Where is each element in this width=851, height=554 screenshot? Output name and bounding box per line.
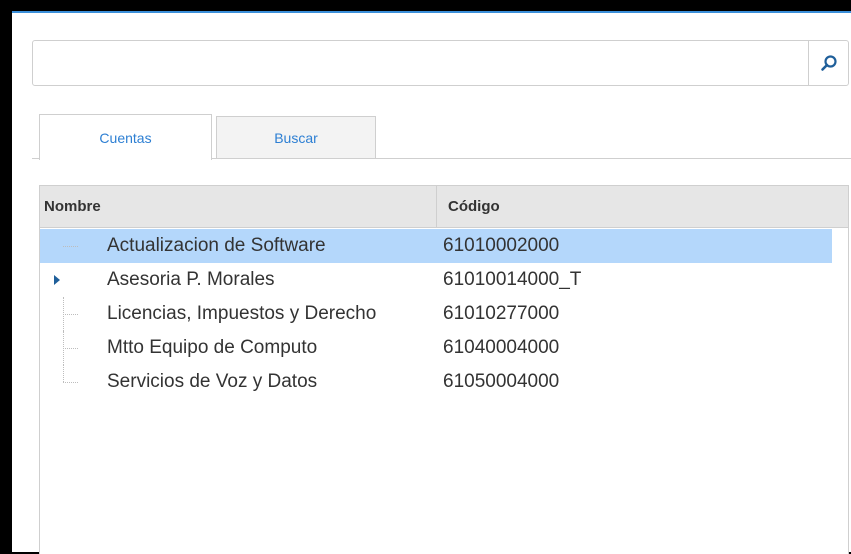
search-icon	[820, 55, 837, 71]
tree-connector	[63, 246, 78, 247]
row-code: 61050004000	[443, 371, 560, 392]
table-row[interactable]: Servicios de Voz y Datos 61050004000	[40, 365, 832, 399]
search-box	[32, 40, 849, 86]
column-header-nombre[interactable]: Nombre	[44, 186, 101, 227]
tab-buscar-label: Buscar	[274, 130, 318, 146]
column-header-codigo[interactable]: Código	[440, 186, 500, 227]
table-row[interactable]: Actualizacion de Software 61010002000	[40, 229, 832, 263]
table-row[interactable]: Licencias, Impuestos y Derecho 610102770…	[40, 297, 832, 331]
row-code: 61010002000	[443, 235, 560, 256]
search-button[interactable]	[808, 41, 848, 85]
column-divider[interactable]	[436, 186, 437, 227]
row-code: 61010014000_T	[443, 269, 582, 290]
tree-connector	[63, 348, 78, 349]
row-code: 61010277000	[443, 303, 560, 324]
account-panel: Cuentas Buscar Nombre Código Actualizaci…	[12, 11, 851, 554]
tab-cuentas-label: Cuentas	[99, 129, 152, 146]
tab-cuentas[interactable]: Cuentas	[39, 114, 212, 160]
table-row[interactable]: Asesoria P. Morales 61010014000_T	[40, 263, 832, 297]
search-input[interactable]	[33, 41, 809, 85]
table-row[interactable]: Mtto Equipo de Computo 61040004000	[40, 331, 832, 365]
accounts-tree-grid: Nombre Código Actualizacion de Software …	[39, 185, 849, 554]
row-name: Licencias, Impuestos y Derecho	[107, 303, 377, 324]
row-name: Servicios de Voz y Datos	[107, 371, 318, 392]
tree-connector	[63, 314, 78, 315]
tree-connector	[63, 365, 64, 382]
grid-header: Nombre Código	[40, 186, 848, 228]
row-name: Mtto Equipo de Computo	[107, 337, 318, 358]
tree-connector	[63, 382, 78, 383]
row-name: Actualizacion de Software	[107, 235, 326, 256]
tab-buscar[interactable]: Buscar	[216, 116, 376, 159]
row-name: Asesoria P. Morales	[107, 269, 275, 290]
expand-arrow-icon[interactable]	[54, 275, 60, 285]
row-code: 61040004000	[443, 337, 560, 358]
